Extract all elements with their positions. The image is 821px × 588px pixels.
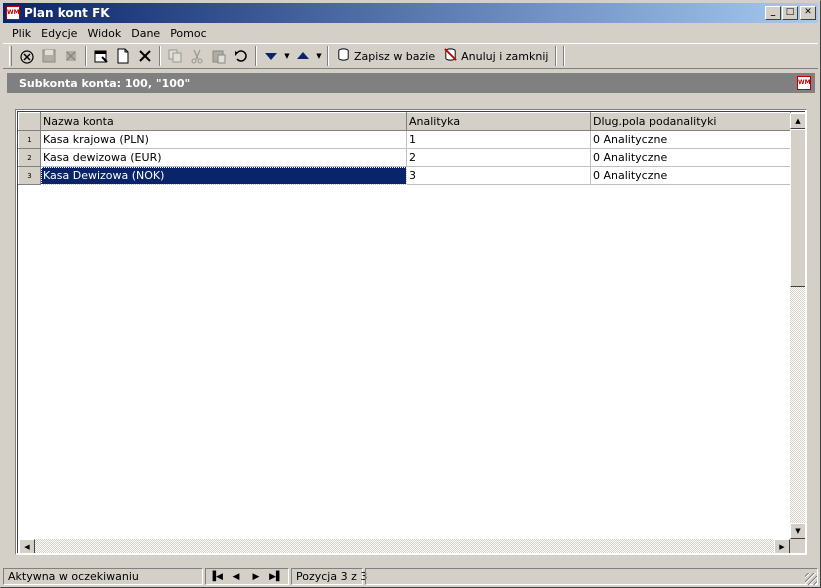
app-logo-icon: WM bbox=[797, 76, 811, 90]
title-bar[interactable]: WM Plan kont FK _ □ ✕ bbox=[3, 3, 818, 23]
table-row[interactable]: 2 Kasa dewizowa (EUR) 2 0 Analityczne bbox=[18, 148, 791, 167]
row-number[interactable]: 1 bbox=[18, 130, 41, 149]
row-number[interactable]: 3 bbox=[18, 166, 41, 185]
move-up-icon[interactable] bbox=[292, 45, 314, 67]
toolbar-separator bbox=[555, 46, 558, 66]
subaccount-header: Subkonta konta: 100, "100" WM bbox=[7, 73, 815, 93]
column-header-analityka[interactable]: Analityka bbox=[406, 112, 591, 131]
status-bar: Aktywna w oczekiwaniu ▐◀ ◀ ▶ ▶▌ Pozycja … bbox=[3, 567, 818, 586]
save-icon[interactable] bbox=[38, 45, 60, 67]
toolbar-separator bbox=[85, 46, 87, 66]
scroll-down-icon[interactable]: ▼ bbox=[790, 523, 805, 539]
exit-icon[interactable] bbox=[16, 45, 38, 67]
save-to-database-label: Zapisz w bazie bbox=[354, 49, 436, 63]
vertical-scroll-thumb[interactable] bbox=[790, 129, 805, 287]
cell-dlug[interactable]: 0 Analityczne bbox=[590, 148, 791, 167]
cancel-and-close-label: Anuluj i zamknij bbox=[461, 49, 549, 63]
status-position: Pozycja 3 z 3 bbox=[291, 568, 367, 585]
menu-bar: Plik Edycje Widok Dane Pomoc bbox=[3, 24, 818, 42]
accounts-table: Nazwa konta Analityka Dlug.pola podanali… bbox=[18, 112, 791, 185]
cell-analityka[interactable]: 2 bbox=[406, 148, 591, 167]
record-navigator: ▐◀ ◀ ▶ ▶▌ bbox=[205, 568, 289, 585]
database-save-icon bbox=[336, 47, 351, 66]
resize-grip-icon[interactable] bbox=[805, 573, 817, 585]
previous-record-icon[interactable]: ◀ bbox=[226, 572, 246, 582]
window-title: Plan kont FK bbox=[24, 6, 110, 20]
delete-icon[interactable] bbox=[134, 45, 156, 67]
first-record-icon[interactable]: ▐◀ bbox=[206, 572, 226, 582]
column-header-nazwa[interactable]: Nazwa konta bbox=[40, 112, 407, 131]
copy-icon[interactable] bbox=[164, 45, 186, 67]
cell-nazwa[interactable]: Kasa dewizowa (EUR) bbox=[40, 148, 407, 167]
cell-analityka[interactable]: 3 bbox=[406, 166, 591, 185]
cell-nazwa[interactable]: Kasa krajowa (PLN) bbox=[40, 130, 407, 149]
new-document-icon[interactable] bbox=[112, 45, 134, 67]
cell-analityka[interactable]: 1 bbox=[406, 130, 591, 149]
scroll-left-icon[interactable]: ◀ bbox=[19, 539, 35, 553]
move-down-icon[interactable] bbox=[260, 45, 282, 67]
cancel-icon bbox=[443, 47, 458, 66]
cell-nazwa[interactable]: Kasa Dewizowa (NOK) bbox=[40, 166, 407, 185]
menu-dane[interactable]: Dane bbox=[126, 27, 165, 40]
toolbar: ▼ ▼ Zapisz w bazie Anuluj i zamknij bbox=[3, 43, 818, 69]
undo-icon[interactable] bbox=[230, 45, 252, 67]
table-row[interactable]: 1 Kasa krajowa (PLN) 1 0 Analityczne bbox=[18, 130, 791, 149]
caption-buttons: _ □ ✕ bbox=[764, 6, 816, 20]
vertical-scrollbar[interactable]: ▲ ▼ bbox=[790, 113, 805, 539]
menu-plik[interactable]: Plik bbox=[7, 27, 36, 40]
app-logo-icon: WM bbox=[6, 6, 20, 20]
grid-viewport: Nazwa konta Analityka Dlug.pola podanali… bbox=[17, 111, 805, 553]
paste-icon[interactable] bbox=[208, 45, 230, 67]
properties-icon[interactable] bbox=[90, 45, 112, 67]
toolbar-separator bbox=[159, 46, 161, 66]
subaccount-title: Subkonta konta: 100, "100" bbox=[19, 76, 191, 90]
minimize-button[interactable]: _ bbox=[765, 6, 781, 20]
menu-edycje[interactable]: Edycje bbox=[36, 27, 82, 40]
maximize-button[interactable]: □ bbox=[782, 6, 798, 20]
next-record-icon[interactable]: ▶ bbox=[246, 572, 266, 582]
scroll-up-icon[interactable]: ▲ bbox=[790, 113, 805, 129]
menu-widok[interactable]: Widok bbox=[82, 27, 126, 40]
close-button[interactable]: ✕ bbox=[800, 6, 816, 20]
cell-dlug[interactable]: 0 Analityczne bbox=[590, 130, 791, 149]
horizontal-scrollbar[interactable]: ◀ ▶ bbox=[19, 539, 790, 553]
discard-icon[interactable] bbox=[60, 45, 82, 67]
status-empty-panel bbox=[365, 568, 818, 585]
column-header-dlug[interactable]: Dlug.pola podanalityki bbox=[590, 112, 791, 131]
save-to-database-button[interactable]: Zapisz w bazie bbox=[332, 45, 439, 67]
toolbar-separator bbox=[255, 46, 257, 66]
chevron-down-icon[interactable]: ▼ bbox=[314, 52, 324, 60]
toolbar-grip[interactable] bbox=[9, 46, 12, 66]
menu-pomoc[interactable]: Pomoc bbox=[165, 27, 211, 40]
cell-dlug[interactable]: 0 Analityczne bbox=[590, 166, 791, 185]
cancel-and-close-button[interactable]: Anuluj i zamknij bbox=[439, 45, 552, 67]
accounts-grid: Nazwa konta Analityka Dlug.pola podanali… bbox=[15, 109, 807, 555]
status-state: Aktywna w oczekiwaniu bbox=[3, 568, 203, 585]
main-window: WM Plan kont FK _ □ ✕ Plik Edycje Widok … bbox=[0, 0, 821, 588]
cut-icon[interactable] bbox=[186, 45, 208, 67]
scroll-right-icon[interactable]: ▶ bbox=[774, 539, 790, 553]
corner-header[interactable] bbox=[18, 112, 41, 131]
toolbar-separator bbox=[563, 46, 566, 66]
last-record-icon[interactable]: ▶▌ bbox=[266, 572, 286, 582]
scrollbar-corner bbox=[790, 539, 805, 553]
table-row-selected[interactable]: 3 Kasa Dewizowa (NOK) 3 0 Analityczne bbox=[18, 166, 791, 185]
row-number[interactable]: 2 bbox=[18, 148, 41, 167]
toolbar-separator bbox=[327, 46, 329, 66]
chevron-down-icon[interactable]: ▼ bbox=[282, 52, 292, 60]
header-row: Nazwa konta Analityka Dlug.pola podanali… bbox=[18, 112, 791, 131]
